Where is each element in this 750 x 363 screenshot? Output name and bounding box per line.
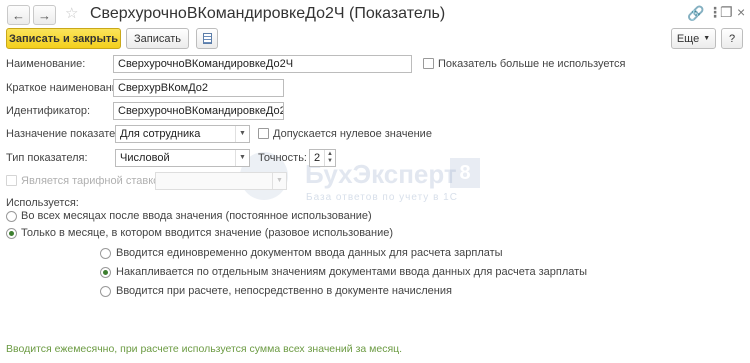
input-option-label[interactable]: Накапливается по отдельным значениям док… xyxy=(116,265,587,279)
tariff-select[interactable]: ▼ xyxy=(155,172,287,190)
link-icon[interactable]: 🔗 xyxy=(687,5,704,22)
more-button-label: Еще xyxy=(676,32,700,45)
input-option-label[interactable]: Вводится при расчете, непосредственно в … xyxy=(116,284,452,298)
restore-window-icon[interactable]: ❐ xyxy=(720,4,733,21)
radio-selected-dot xyxy=(103,270,108,275)
forward-button[interactable]: → xyxy=(33,5,56,25)
input-option-label[interactable]: Вводится единовременно документом ввода … xyxy=(116,246,503,260)
name-field[interactable]: СверхурочноВКомандировкеДо2Ч xyxy=(113,55,412,73)
stepper-down-icon[interactable]: ▼ xyxy=(327,158,333,165)
usage-radio-permanent[interactable] xyxy=(6,211,17,222)
usage-radio-once[interactable] xyxy=(6,228,17,239)
arrow-left-icon: ← xyxy=(12,7,25,23)
more-button[interactable]: Еще ▼ xyxy=(671,28,716,49)
type-select-value: Числовой xyxy=(120,152,170,164)
help-button[interactable]: ? xyxy=(721,28,743,49)
purpose-label: Назначение показателя: xyxy=(6,128,131,140)
type-label: Тип показателя: xyxy=(6,152,88,164)
input-radio-single-document[interactable] xyxy=(100,248,111,259)
identifier-field[interactable]: СверхурочноВКомандировкеДо2Ч xyxy=(113,102,284,120)
document-list-icon xyxy=(202,33,212,44)
tariff-label: Является тарифной ставкой xyxy=(21,175,166,187)
report-button[interactable] xyxy=(196,28,218,49)
back-button[interactable]: ← xyxy=(7,5,30,25)
watermark-tagline: База ответов по учету в 1С xyxy=(306,192,458,203)
page-title: СверхурочноВКомандировкеДо2Ч (Показатель… xyxy=(90,5,446,22)
tariff-checkbox[interactable] xyxy=(6,175,17,186)
precision-value: 2 xyxy=(314,152,321,164)
name-label: Наименование: xyxy=(6,58,86,70)
star-icon[interactable]: ☆ xyxy=(65,4,78,22)
close-icon[interactable]: × xyxy=(737,4,745,20)
short-name-label: Краткое наименование: xyxy=(6,82,128,94)
save-and-close-button[interactable]: Записать и закрыть xyxy=(6,28,121,49)
zero-allowed-checkbox[interactable] xyxy=(258,128,269,139)
usage-hint: Вводится ежемесячно, при расчете использ… xyxy=(6,343,403,355)
used-label: Используется: xyxy=(6,197,79,209)
type-select[interactable]: Числовой ▼ xyxy=(115,149,250,167)
arrow-right-icon: → xyxy=(38,7,51,23)
usage-option-label[interactable]: Только в месяце, в котором вводится знач… xyxy=(21,226,393,240)
short-name-field[interactable]: СверхурВКомДо2 xyxy=(113,79,284,97)
stepper-up-icon[interactable]: ▲ xyxy=(327,151,333,158)
input-radio-at-calculation[interactable] xyxy=(100,286,111,297)
precision-field[interactable]: 2 ▲ ▼ xyxy=(309,149,336,167)
zero-allowed-label[interactable]: Допускается нулевое значение xyxy=(273,127,432,141)
input-radio-accumulated[interactable] xyxy=(100,267,111,278)
watermark-badge: 8 xyxy=(450,158,480,188)
save-button[interactable]: Записать xyxy=(126,28,189,49)
precision-label: Точность: xyxy=(258,152,307,164)
radio-selected-dot xyxy=(9,231,14,236)
not-used-checkbox[interactable] xyxy=(423,58,434,69)
chevron-down-icon[interactable]: ▼ xyxy=(235,126,249,142)
not-used-label[interactable]: Показатель больше не используется xyxy=(438,57,625,71)
precision-stepper[interactable]: ▲ ▼ xyxy=(324,150,335,166)
chevron-down-icon[interactable]: ▼ xyxy=(235,150,249,166)
chevron-down-icon: ▼ xyxy=(703,35,711,42)
usage-option-label[interactable]: Во всех месяцах после ввода значения (по… xyxy=(21,209,372,223)
chevron-down-icon[interactable]: ▼ xyxy=(272,173,286,189)
identifier-label: Идентификатор: xyxy=(6,105,91,117)
purpose-select-value: Для сотрудника xyxy=(120,128,201,140)
purpose-select[interactable]: Для сотрудника ▼ xyxy=(115,125,250,143)
